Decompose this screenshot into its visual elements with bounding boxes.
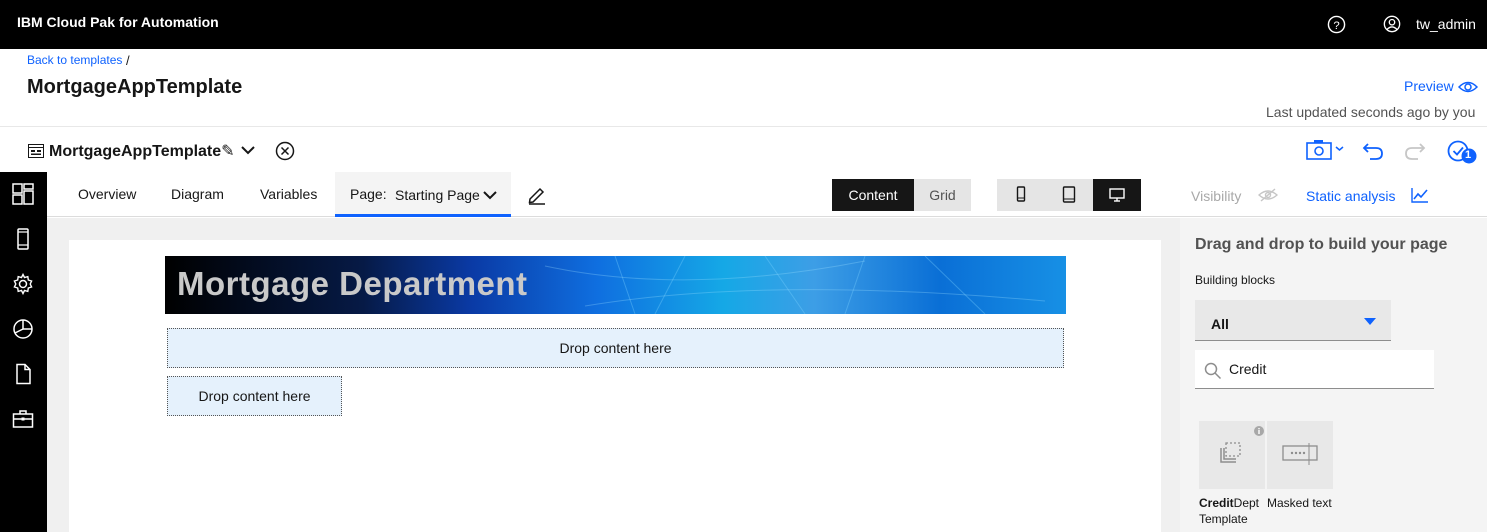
chevron-down-icon (483, 191, 497, 200)
snapshot-camera-icon[interactable] (1306, 139, 1346, 161)
info-icon[interactable] (1254, 426, 1264, 436)
dashboard-icon[interactable] (12, 183, 34, 205)
editor-artifact-name[interactable]: MortgageAppTemplate✎ (49, 141, 235, 161)
filter-selected-value: All (1211, 316, 1229, 332)
eye-hidden-icon[interactable] (1258, 188, 1278, 202)
document-icon[interactable] (12, 363, 34, 385)
desktop-icon (1109, 188, 1125, 202)
template-icon (1220, 442, 1241, 463)
editor-tab-bar: Overview Diagram Variables Page: Startin… (47, 172, 1487, 217)
phone-preview-button[interactable] (997, 179, 1045, 211)
tab-overview[interactable]: Overview (78, 186, 136, 202)
search-icon (1204, 362, 1222, 380)
block-label-rest: Dept (1233, 496, 1260, 510)
mobile-device-icon[interactable] (12, 228, 34, 250)
product-name[interactable]: IBM Cloud Pak for Automation (17, 14, 219, 30)
drop-zone-small[interactable]: Drop content here (167, 376, 342, 416)
tab-variables[interactable]: Variables (260, 186, 317, 202)
breadcrumb-separator: / (126, 53, 130, 68)
page-canvas[interactable]: Mortgage Department Drop content here Dr… (69, 240, 1161, 532)
redo-icon[interactable] (1404, 141, 1426, 161)
page-title: MortgageAppTemplate (27, 76, 243, 98)
eye-icon[interactable] (1458, 79, 1478, 95)
analytics-chart-icon[interactable] (1411, 187, 1429, 203)
settings-gear-icon[interactable] (12, 273, 34, 295)
block-label-masked-text: Masked text (1267, 496, 1332, 510)
grid-view-toggle[interactable]: Grid (914, 179, 971, 211)
block-label-line2: Template (1199, 512, 1248, 526)
top-bar: IBM Cloud Pak for Automation ? tw_admin (0, 0, 1487, 49)
divider (0, 126, 1487, 127)
content-view-toggle[interactable]: Content (832, 179, 914, 211)
breadcrumb-back-to-templates[interactable]: Back to templates (27, 53, 122, 67)
masked-text-icon (1282, 443, 1318, 465)
static-analysis-link[interactable]: Static analysis (1306, 188, 1395, 204)
palette-search-input[interactable] (1229, 358, 1424, 380)
building-blocks-filter-dropdown[interactable]: All (1195, 300, 1391, 341)
chevron-down-icon[interactable] (241, 145, 255, 155)
department-banner-image[interactable]: Mortgage Department (165, 256, 1066, 314)
building-blocks-label: Building blocks (1195, 273, 1276, 287)
tab-page-selector[interactable]: Page: Starting Page (335, 172, 511, 217)
phone-icon (1016, 186, 1026, 202)
banner-title: Mortgage Department (177, 265, 528, 302)
page-value: Starting Page (395, 187, 480, 203)
desktop-preview-button[interactable] (1093, 179, 1141, 211)
preview-link[interactable]: Preview (1404, 78, 1454, 94)
close-icon[interactable] (275, 141, 295, 161)
help-icon[interactable]: ? (1327, 15, 1346, 34)
edit-pencil-icon[interactable] (527, 185, 547, 205)
tab-diagram[interactable]: Diagram (171, 186, 224, 202)
drop-zone-full-width[interactable]: Drop content here (167, 328, 1064, 368)
page-label: Page: (350, 186, 387, 202)
tablet-icon (1062, 186, 1076, 203)
username[interactable]: tw_admin (1416, 16, 1476, 32)
block-masked-text[interactable] (1267, 421, 1333, 489)
visibility-link[interactable]: Visibility (1191, 188, 1241, 204)
pie-chart-icon[interactable] (12, 318, 34, 340)
palette-title: Drag and drop to build your page (1195, 236, 1448, 253)
last-updated-status: Last updated seconds ago by you (1266, 104, 1476, 120)
left-navigation-rail (0, 172, 47, 532)
undo-icon[interactable] (1362, 141, 1384, 161)
block-creditdept-template[interactable] (1199, 421, 1265, 489)
validation-count-badge: 1 (1465, 149, 1472, 161)
building-blocks-palette: Drag and drop to build your page Buildin… (1180, 218, 1487, 532)
svg-text:?: ? (1333, 20, 1339, 32)
validation-check-icon[interactable] (1446, 139, 1480, 165)
user-avatar-icon[interactable] (1383, 15, 1401, 33)
palette-search-box (1195, 350, 1434, 389)
design-canvas-area: Mortgage Department Drop content here Dr… (47, 218, 1180, 532)
page-type-icon (28, 144, 44, 158)
tablet-preview-button[interactable] (1045, 179, 1093, 211)
toolkit-briefcase-icon[interactable] (12, 408, 34, 430)
block-label-creditdept: CreditDept Template (1199, 495, 1269, 527)
block-label-match: Credit (1199, 496, 1234, 510)
caret-down-icon (1364, 318, 1376, 325)
